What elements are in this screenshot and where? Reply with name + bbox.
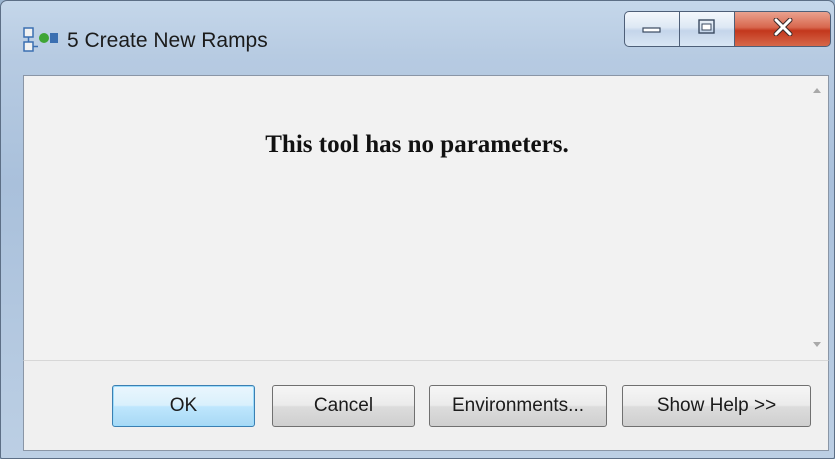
- show-help-button[interactable]: Show Help >>: [622, 385, 811, 427]
- button-bar: OK Cancel Environments... Show Help >>: [23, 360, 829, 451]
- no-parameters-message: This tool has no parameters.: [265, 131, 569, 158]
- maximize-icon: [697, 18, 717, 41]
- close-button[interactable]: [734, 11, 831, 47]
- caption-buttons: [624, 11, 831, 47]
- environments-button[interactable]: Environments...: [429, 385, 607, 427]
- minimize-icon: [641, 19, 663, 40]
- scroll-up-arrow-icon[interactable]: [813, 88, 821, 93]
- scroll-down-arrow-icon[interactable]: [813, 342, 821, 347]
- model-tool-icon: [23, 27, 59, 53]
- cancel-button[interactable]: Cancel: [272, 385, 415, 427]
- window-title: 5 Create New Ramps: [67, 29, 268, 52]
- parameters-panel: This tool has no parameters.: [23, 75, 829, 360]
- vertical-scrollbar[interactable]: [808, 76, 828, 360]
- close-icon: [772, 17, 794, 41]
- ok-button[interactable]: OK: [112, 385, 255, 427]
- title-bar[interactable]: 5 Create New Ramps: [1, 1, 834, 71]
- maximize-button[interactable]: [679, 11, 734, 47]
- minimize-button[interactable]: [624, 11, 679, 47]
- dialog-window: 5 Create New Ramps This tool has no para…: [0, 0, 835, 459]
